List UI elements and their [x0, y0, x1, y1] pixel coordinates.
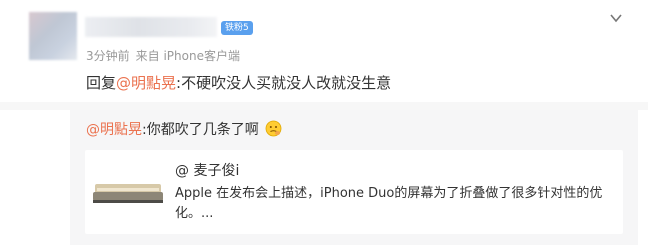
phone-thumbnail-image: [91, 170, 165, 214]
card-author[interactable]: @ 麦子俊i: [175, 160, 239, 180]
post-time: 3分钟前: [86, 49, 130, 63]
sub-mention-link[interactable]: @明點晃: [86, 122, 142, 138]
reply-prefix: 回复: [86, 74, 117, 92]
reply-text: 回复@明點晃:不硬吹没人买就没人改就没生意: [86, 72, 391, 93]
username-redacted[interactable]: [85, 17, 217, 37]
post-source: 来自 iPhone客户端: [135, 49, 240, 63]
quoted-thread-panel: @明點晃:你都吹了几条了啊 @ 麦子俊i Apple 在发布会上描述，iPhon…: [70, 110, 638, 245]
fan-badge: 铁粉5: [221, 21, 253, 35]
card-excerpt: Apple 在发布会上描述，iPhone Duo的屏幕为了折叠做了很多针对性的优…: [175, 186, 603, 221]
sub-comment-text: :你都吹了几条了啊: [142, 122, 259, 138]
avatar[interactable]: [29, 12, 77, 60]
chevron-down-icon[interactable]: [608, 10, 624, 26]
post-meta: 3分钟前 来自 iPhone客户端: [86, 47, 246, 64]
thinking-face-icon: [265, 120, 282, 137]
comment-post: 铁粉5 3分钟前 来自 iPhone客户端 回复@明點晃:不硬吹没人买就没人改就没…: [0, 0, 648, 102]
sub-comment: @明點晃:你都吹了几条了啊: [86, 119, 282, 139]
reply-body: :不硬吹没人买就没人改就没生意: [176, 74, 392, 92]
divider: [0, 102, 648, 110]
reply-mention-link[interactable]: @明點晃: [116, 74, 176, 92]
original-post-card[interactable]: @ 麦子俊i Apple 在发布会上描述，iPhone Duo的屏幕为了折叠做了…: [85, 150, 623, 234]
